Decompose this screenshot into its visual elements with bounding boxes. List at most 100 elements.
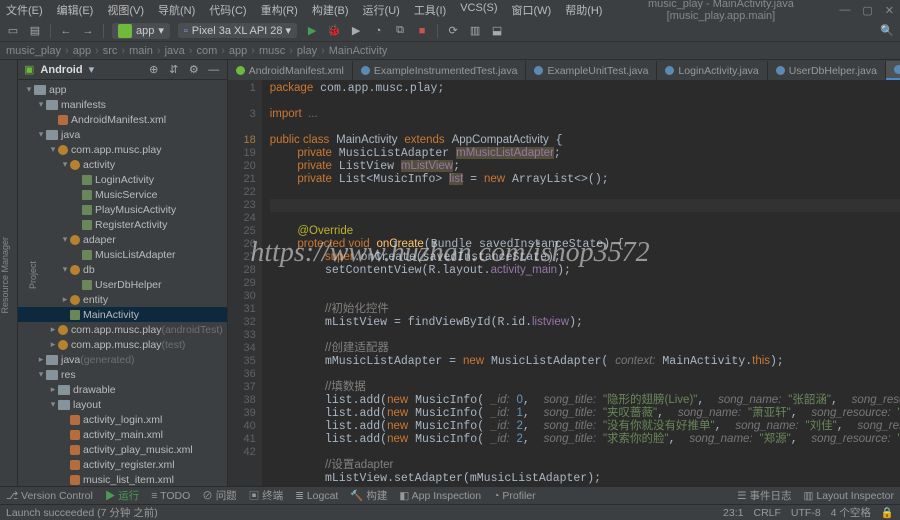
tree-node[interactable]: ▾app — [18, 82, 227, 97]
menu-item[interactable]: 视图(V) — [107, 2, 144, 18]
editor-tab[interactable]: UserDbHelper.java — [768, 61, 886, 80]
caret-pos[interactable]: 23:1 — [723, 507, 743, 519]
tree-node[interactable]: ▸com.app.musc.play (test) — [18, 337, 227, 352]
tree-node[interactable]: PlayMusicActivity — [18, 202, 227, 217]
crumb[interactable]: java — [165, 45, 185, 57]
editor-tab[interactable]: ExampleInstrumentedTest.java — [353, 61, 527, 80]
tree-node[interactable]: ▾activity — [18, 157, 227, 172]
build-tool[interactable]: 🔨 构建 — [350, 488, 387, 503]
tree-node[interactable]: ▾res — [18, 367, 227, 382]
device-select[interactable]: ▫Pixel 3a XL API 28 ▾ — [178, 23, 297, 38]
eventlog-tool[interactable]: ☰ 事件日志 — [737, 488, 791, 503]
tree-node[interactable]: activity_play_music.xml — [18, 442, 227, 457]
layoutinsp-tool[interactable]: ▥ Layout Inspector — [804, 490, 894, 502]
editor-tab[interactable]: AndroidManifest.xml — [228, 61, 353, 80]
crumb[interactable]: musc — [259, 45, 285, 57]
code-area[interactable]: 1318192021222324252627282930313233343536… — [228, 80, 900, 486]
search-icon[interactable]: 🔍 — [880, 24, 894, 38]
encoding[interactable]: UTF-8 — [791, 507, 821, 519]
project-tree[interactable]: ▾app▾manifests AndroidManifest.xml▾java▾… — [18, 80, 227, 486]
tree-node[interactable]: ▸java (generated) — [18, 352, 227, 367]
tree-node[interactable]: activity_login.xml — [18, 412, 227, 427]
module-select[interactable]: app▾ — [112, 23, 170, 39]
vcs-tool[interactable]: ⎇ Version Control — [6, 490, 93, 502]
tree-gear-icon[interactable]: ⚙ — [187, 63, 201, 77]
menu-item[interactable]: 工具(I) — [414, 2, 446, 18]
tree-settings-icon[interactable]: ⊕ — [147, 63, 161, 77]
logcat-tool[interactable]: ≣ Logcat — [295, 490, 338, 502]
crumb[interactable]: main — [129, 45, 153, 57]
stop-icon[interactable]: ■ — [415, 24, 429, 38]
tree-node[interactable]: MusicService — [18, 187, 227, 202]
code-content[interactable]: package com.app.musc.play; import ... pu… — [262, 80, 900, 486]
menu-item[interactable]: 文件(E) — [6, 2, 43, 18]
tree-node[interactable]: ▾manifests — [18, 97, 227, 112]
menu-item[interactable]: 导航(N) — [158, 2, 195, 18]
back-icon[interactable]: ← — [59, 24, 73, 38]
maximize-icon[interactable]: ▢ — [862, 4, 872, 17]
tree-node[interactable]: activity_register.xml — [18, 457, 227, 472]
crumb[interactable]: src — [103, 45, 118, 57]
menu-item[interactable]: 重构(R) — [261, 2, 298, 18]
project-view-label[interactable]: Android — [40, 64, 82, 76]
crumb[interactable]: MainActivity — [329, 45, 388, 57]
sync-icon[interactable]: ⟳ — [446, 24, 460, 38]
menu-item[interactable]: 构建(B) — [312, 2, 349, 18]
open-icon[interactable]: ▭ — [6, 24, 20, 38]
avd-icon[interactable]: ▥ — [468, 24, 482, 38]
collapse-icon[interactable]: ⇵ — [167, 63, 181, 77]
tree-node[interactable]: activity_main.xml — [18, 427, 227, 442]
rail-item[interactable]: Project — [28, 261, 38, 289]
line-ending[interactable]: CRLF — [753, 507, 780, 519]
menu-item[interactable]: 窗口(W) — [511, 2, 551, 18]
editor-tab[interactable]: MainActivity.java — [886, 61, 900, 80]
minimize-icon[interactable]: — — [839, 4, 850, 17]
forward-icon[interactable]: → — [81, 24, 95, 38]
tree-node[interactable]: MainActivity — [18, 307, 227, 322]
problems-tool[interactable]: ⊘ 问题 — [202, 488, 236, 503]
tree-node[interactable]: ▾layout — [18, 397, 227, 412]
run-tool[interactable]: ▶ 运行 — [105, 488, 139, 503]
save-icon[interactable]: ▤ — [28, 24, 42, 38]
editor-tab[interactable]: ExampleUnitTest.java — [526, 61, 657, 80]
attach-icon[interactable]: ⧉ — [393, 24, 407, 38]
crumb[interactable]: app — [73, 45, 91, 57]
menu-item[interactable]: 运行(U) — [363, 2, 400, 18]
crumb[interactable]: play — [297, 45, 317, 57]
tree-node[interactable]: RegisterActivity — [18, 217, 227, 232]
hide-icon[interactable]: — — [207, 63, 221, 77]
indent[interactable]: 4 个空格 — [831, 505, 871, 520]
crumb[interactable]: music_play — [6, 45, 61, 57]
debug-icon[interactable]: 🐞 — [327, 24, 341, 38]
rail-item[interactable]: Resource Manager — [0, 237, 10, 314]
editor-tab[interactable]: LoginActivity.java — [657, 61, 767, 80]
tree-node[interactable]: LoginActivity — [18, 172, 227, 187]
tree-node[interactable]: ▾java — [18, 127, 227, 142]
profiler-tool[interactable]: ◔ Profiler — [493, 490, 536, 502]
menu-item[interactable]: 帮助(H) — [565, 2, 602, 18]
menu-item[interactable]: 代码(C) — [209, 2, 246, 18]
tree-node[interactable]: ▸com.app.musc.play (androidTest) — [18, 322, 227, 337]
sdk-icon[interactable]: ⬓ — [490, 24, 504, 38]
tree-node[interactable]: UserDbHelper — [18, 277, 227, 292]
tree-node[interactable]: ▾adaper — [18, 232, 227, 247]
crumb[interactable]: app — [229, 45, 247, 57]
coverage-icon[interactable]: ▶ — [349, 24, 363, 38]
appinsp-tool[interactable]: ◧ App Inspection — [399, 490, 481, 502]
todo-tool[interactable]: ≡ TODO — [151, 490, 190, 502]
tree-node[interactable]: ▾com.app.musc.play — [18, 142, 227, 157]
tree-node[interactable]: AndroidManifest.xml — [18, 112, 227, 127]
terminal-tool[interactable]: ▣ 终端 — [249, 488, 283, 503]
tree-node[interactable]: ▸drawable — [18, 382, 227, 397]
close-icon[interactable]: ✕ — [885, 4, 894, 17]
tree-node[interactable]: music_list_item.xml — [18, 472, 227, 486]
crumb[interactable]: com — [196, 45, 217, 57]
menu-item[interactable]: 编辑(E) — [57, 2, 94, 18]
profile-icon[interactable]: ◔ — [371, 24, 385, 38]
menu-item[interactable]: VCS(S) — [460, 2, 497, 18]
lock-icon[interactable]: 🔒 — [881, 506, 894, 519]
run-icon[interactable]: ▶ — [305, 24, 319, 38]
tree-node[interactable]: MusicListAdapter — [18, 247, 227, 262]
tree-node[interactable]: ▸entity — [18, 292, 227, 307]
tree-node[interactable]: ▾db — [18, 262, 227, 277]
